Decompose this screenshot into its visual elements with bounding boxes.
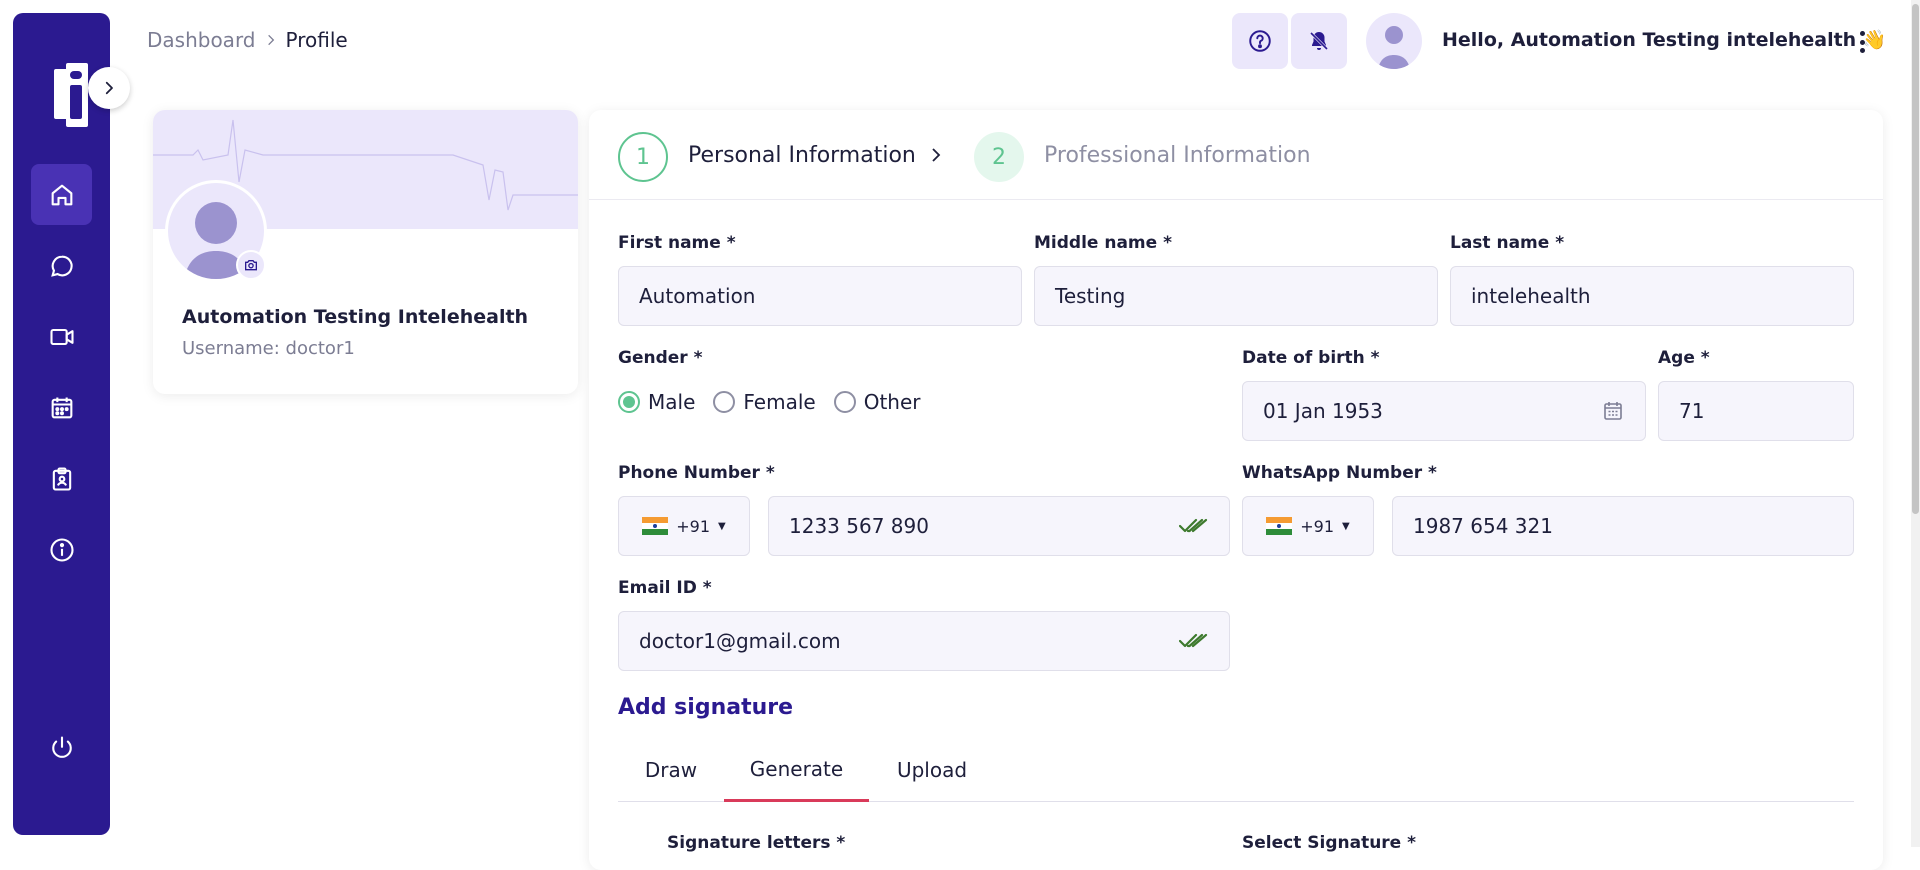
whatsapp-input[interactable]: 1987 654 321 <box>1392 496 1854 556</box>
whatsapp-value: 1987 654 321 <box>1413 514 1553 538</box>
first-name-label: First name * <box>618 233 736 253</box>
india-flag-icon <box>642 517 669 535</box>
breadcrumb-dashboard[interactable]: Dashboard <box>147 28 256 52</box>
first-name-value: Automation <box>639 284 756 308</box>
power-icon <box>51 735 72 758</box>
stepper: 1 Personal Information 2 Professional In… <box>589 110 1883 200</box>
email-input[interactable]: doctor1@gmail.com <box>618 611 1230 671</box>
phone-country-code-select[interactable]: +91 ▼ <box>618 496 750 556</box>
breadcrumb: Dashboard Profile <box>147 28 348 52</box>
phone-input[interactable]: 1233 567 890 <box>768 496 1230 556</box>
whatsapp-code-value: +91 <box>1300 516 1335 536</box>
last-name-value: intelehealth <box>1471 284 1591 308</box>
calendar-icon <box>51 397 72 418</box>
greeting: Hello, Automation Testing intelehealth 👋 <box>1442 28 1887 51</box>
nav-logout[interactable] <box>31 717 92 778</box>
more-menu-button[interactable] <box>1850 28 1874 56</box>
camera-icon <box>245 260 257 271</box>
video-icon <box>49 328 74 345</box>
last-name-input[interactable]: intelehealth <box>1450 266 1854 326</box>
add-signature-heading: Add signature <box>618 695 794 720</box>
info-icon <box>49 537 74 562</box>
whatsapp-label: WhatsApp Number * <box>1242 463 1437 483</box>
caret-down-icon: ▼ <box>1342 520 1350 532</box>
dob-input[interactable]: 01 Jan 1953 <box>1242 381 1646 441</box>
chevron-right-icon <box>932 148 941 162</box>
step-1-indicator[interactable]: 1 <box>618 132 668 182</box>
nav-messages[interactable] <box>31 235 92 296</box>
profile-card: Automation Testing Intelehealth Username… <box>153 110 578 394</box>
age-label: Age * <box>1658 348 1710 368</box>
profile-username: Username: doctor1 <box>182 338 355 359</box>
profile-name: Automation Testing Intelehealth <box>182 306 529 328</box>
change-photo-button[interactable] <box>236 250 266 280</box>
calendar-icon[interactable] <box>1601 399 1625 423</box>
dob-value: 01 Jan 1953 <box>1263 399 1383 423</box>
select-signature-label: Select Signature * <box>1242 833 1417 853</box>
email-label: Email ID * <box>618 578 712 598</box>
gender-other-label: Other <box>863 390 921 414</box>
signature-letters-label: Signature letters * <box>667 833 846 853</box>
gender-female-radio[interactable]: Female <box>713 390 816 414</box>
tab-draw[interactable]: Draw <box>618 738 724 802</box>
help-button[interactable] <box>1232 13 1288 69</box>
phone-value: 1233 567 890 <box>789 514 929 538</box>
notifications-off-icon <box>1309 31 1329 51</box>
nav-calendar[interactable] <box>31 377 92 438</box>
last-name-label: Last name * <box>1450 233 1565 253</box>
nav-video[interactable] <box>31 306 92 367</box>
help-icon <box>1249 30 1271 52</box>
nav-prescriptions[interactable] <box>31 448 92 509</box>
chat-icon <box>50 255 73 277</box>
clipboard-icon <box>52 466 71 491</box>
avatar[interactable] <box>1366 13 1422 69</box>
age-value: 71 <box>1679 399 1705 423</box>
nav-info[interactable] <box>31 519 92 580</box>
step-2-indicator[interactable]: 2 <box>974 132 1024 182</box>
double-check-icon <box>1179 633 1208 648</box>
email-value: doctor1@gmail.com <box>639 629 841 653</box>
tab-generate[interactable]: Generate <box>724 738 869 802</box>
nav-home[interactable] <box>31 164 92 225</box>
greeting-text: Hello, Automation Testing intelehealth <box>1442 29 1857 51</box>
scrollbar-thumb[interactable] <box>1912 4 1919 514</box>
gender-male-label: Male <box>648 390 696 414</box>
middle-name-label: Middle name * <box>1034 233 1172 253</box>
step-1-label[interactable]: Personal Information <box>688 143 916 168</box>
breadcrumb-current: Profile <box>285 28 348 52</box>
caret-down-icon: ▼ <box>718 520 726 532</box>
gender-label: Gender * <box>618 348 703 368</box>
dob-label: Date of birth * <box>1242 348 1380 368</box>
age-input[interactable]: 71 <box>1658 381 1854 441</box>
middle-name-input[interactable]: Testing <box>1034 266 1438 326</box>
gender-other-radio[interactable]: Other <box>833 390 921 414</box>
india-flag-icon <box>1266 517 1293 535</box>
gender-female-label: Female <box>743 390 816 414</box>
gender-radio-group: Male Female Other <box>618 390 921 414</box>
whatsapp-country-code-select[interactable]: +91 ▼ <box>1242 496 1374 556</box>
tab-upload[interactable]: Upload <box>869 738 995 802</box>
home-icon <box>51 184 72 205</box>
double-check-icon <box>1179 518 1208 533</box>
gender-male-radio[interactable]: Male <box>618 390 695 414</box>
phone-code-value: +91 <box>676 516 711 536</box>
chevron-right-icon <box>105 81 113 95</box>
notifications-button[interactable] <box>1291 13 1347 69</box>
chevron-right-icon <box>267 34 274 46</box>
logo <box>44 63 90 127</box>
profile-form-card: 1 Personal Information 2 Professional In… <box>589 110 1883 870</box>
sidebar-expand-button[interactable] <box>88 67 130 109</box>
step-2-label[interactable]: Professional Information <box>1044 143 1311 168</box>
phone-label: Phone Number * <box>618 463 775 483</box>
first-name-input[interactable]: Automation <box>618 266 1022 326</box>
sidebar <box>13 13 110 835</box>
user-icon <box>1378 26 1410 69</box>
middle-name-value: Testing <box>1055 284 1126 308</box>
signature-tabs: Draw Generate Upload <box>618 738 1854 802</box>
